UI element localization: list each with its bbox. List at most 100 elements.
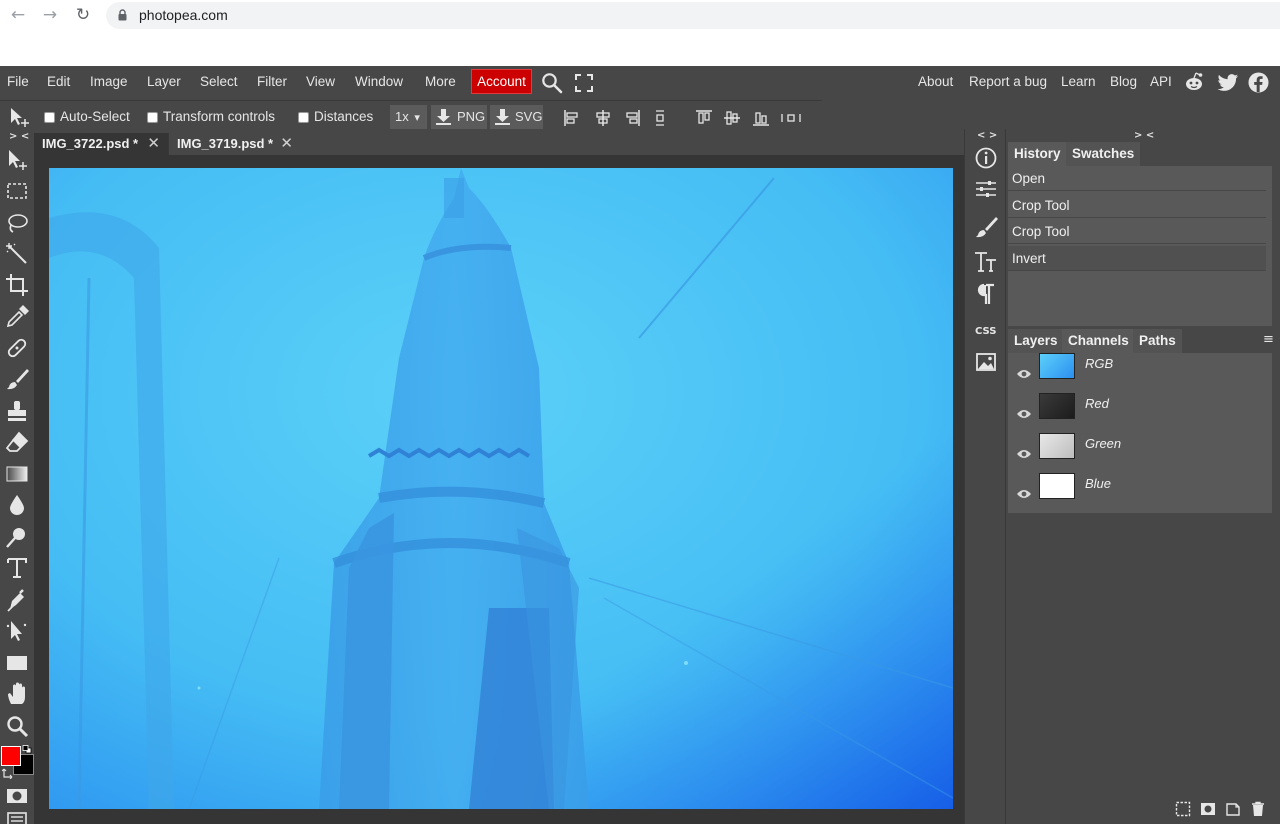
auto-select-checkbox[interactable] (44, 112, 55, 123)
new-channel-icon[interactable] (1225, 801, 1241, 817)
address-bar[interactable]: photopea.com (106, 2, 1280, 29)
pen-tool[interactable] (5, 588, 29, 612)
zoom-dropdown[interactable]: 1x ▾ (390, 105, 427, 129)
eye-icon[interactable] (1016, 488, 1032, 500)
load-selection-icon[interactable] (1175, 801, 1191, 817)
collapse-right-icon[interactable]: > < (1134, 130, 1154, 141)
menu-window[interactable]: Window (355, 66, 403, 98)
shape-tool[interactable] (5, 651, 29, 675)
magic-wand-tool[interactable] (5, 242, 29, 266)
path-select-tool[interactable] (5, 619, 29, 643)
collapse-side-icon[interactable]: < > (977, 130, 997, 141)
canvas-workspace[interactable] (34, 155, 964, 824)
foreground-color-swatch[interactable] (1, 746, 21, 766)
close-icon[interactable]: ✕ (147, 133, 160, 155)
menu-layer[interactable]: Layer (147, 66, 181, 98)
hand-tool[interactable] (5, 682, 29, 706)
export-svg-button[interactable]: SVG (490, 105, 543, 129)
reddit-icon[interactable] (1183, 71, 1205, 93)
align-bottom-icon[interactable] (752, 109, 770, 127)
align-middle-v-icon[interactable] (723, 109, 741, 127)
account-button[interactable]: Account (471, 69, 532, 94)
move-tool[interactable] (5, 148, 29, 172)
eraser-tool[interactable] (5, 430, 29, 454)
export-png-button[interactable]: PNG (431, 105, 487, 129)
menu-filter[interactable]: Filter (257, 66, 287, 98)
paragraph-icon[interactable] (974, 282, 998, 306)
align-center-h-icon[interactable] (594, 109, 612, 127)
default-colors-icon[interactable] (22, 745, 32, 754)
menu-view[interactable]: View (306, 66, 335, 98)
css-panel-button[interactable]: CSS (975, 326, 996, 337)
menu-more[interactable]: More (425, 66, 456, 98)
character-icon[interactable] (974, 250, 998, 274)
tab-paths[interactable]: Paths (1133, 329, 1182, 353)
healing-tool[interactable] (5, 336, 29, 360)
screen-mode-tool[interactable] (5, 811, 29, 824)
menu-select[interactable]: Select (200, 66, 238, 98)
brush-settings-icon[interactable] (974, 215, 998, 239)
color-swatches[interactable] (0, 745, 34, 783)
lasso-tool[interactable] (5, 211, 29, 235)
inverted-rocket-photo[interactable] (49, 168, 953, 809)
eye-icon[interactable] (1016, 408, 1032, 420)
tab-img-3719[interactable]: IMG_3719.psd * ✕ (168, 133, 301, 155)
quick-mask-tool[interactable] (5, 784, 29, 808)
distances-checkbox[interactable] (298, 112, 309, 123)
zoom-tool[interactable] (5, 714, 29, 738)
search-icon[interactable] (541, 72, 563, 94)
menu-file[interactable]: File (7, 66, 29, 98)
menu-image[interactable]: Image (90, 66, 128, 98)
tab-channels[interactable]: Channels (1062, 329, 1135, 353)
move-tool-icon[interactable] (8, 106, 32, 128)
history-item-invert[interactable]: Invert (1008, 246, 1266, 271)
tab-img-3722[interactable]: IMG_3722.psd * ✕ (34, 133, 168, 155)
link-api[interactable]: API (1150, 66, 1172, 98)
distribute-h-icon[interactable] (780, 109, 802, 127)
tab-layers[interactable]: Layers (1008, 329, 1064, 353)
type-tool[interactable] (5, 556, 29, 580)
panel-menu-icon[interactable]: ≡ (1263, 332, 1274, 347)
history-item-crop-1[interactable]: Crop Tool (1008, 193, 1266, 218)
link-blog[interactable]: Blog (1110, 66, 1137, 98)
distribute-v-icon[interactable] (651, 109, 669, 127)
eye-icon[interactable] (1016, 368, 1032, 380)
collapse-left-icon[interactable]: > < (9, 131, 29, 142)
back-button[interactable]: ← (7, 4, 29, 26)
delete-icon[interactable] (1250, 801, 1266, 817)
menu-edit[interactable]: Edit (47, 66, 70, 98)
channel-row-rgb[interactable]: RGB (1008, 353, 1272, 393)
reload-button[interactable]: ↻ (72, 4, 94, 26)
align-left-icon[interactable] (563, 109, 581, 127)
gradient-tool[interactable] (5, 462, 29, 486)
align-right-icon[interactable] (623, 109, 641, 127)
info-icon[interactable] (974, 146, 998, 170)
blur-tool[interactable] (5, 493, 29, 517)
link-about[interactable]: About (918, 66, 953, 98)
stamp-tool[interactable] (5, 399, 29, 423)
link-report-bug[interactable]: Report a bug (969, 66, 1047, 98)
twitter-icon[interactable] (1217, 73, 1239, 93)
eye-icon[interactable] (1016, 448, 1032, 460)
swap-colors-icon[interactable] (2, 768, 13, 779)
history-item-crop-2[interactable]: Crop Tool (1008, 219, 1266, 244)
tab-swatches[interactable]: Swatches (1066, 142, 1141, 166)
channel-row-green[interactable]: Green (1008, 433, 1272, 473)
dodge-tool[interactable] (5, 525, 29, 549)
align-top-icon[interactable] (695, 109, 713, 127)
transform-controls-checkbox[interactable] (147, 112, 158, 123)
close-icon[interactable]: ✕ (280, 133, 293, 155)
crop-tool[interactable] (5, 273, 29, 297)
save-selection-icon[interactable] (1200, 801, 1216, 817)
tab-history[interactable]: History (1008, 142, 1067, 166)
adjustments-icon[interactable] (974, 177, 998, 201)
link-learn[interactable]: Learn (1061, 66, 1096, 98)
facebook-icon[interactable] (1248, 72, 1269, 93)
fullscreen-icon[interactable] (575, 73, 593, 93)
channel-row-red[interactable]: Red (1008, 393, 1272, 433)
marquee-tool[interactable] (5, 179, 29, 203)
document-canvas[interactable] (49, 168, 953, 809)
forward-button[interactable]: → (39, 4, 61, 26)
brush-tool[interactable] (5, 367, 29, 391)
channel-row-blue[interactable]: Blue (1008, 473, 1272, 513)
